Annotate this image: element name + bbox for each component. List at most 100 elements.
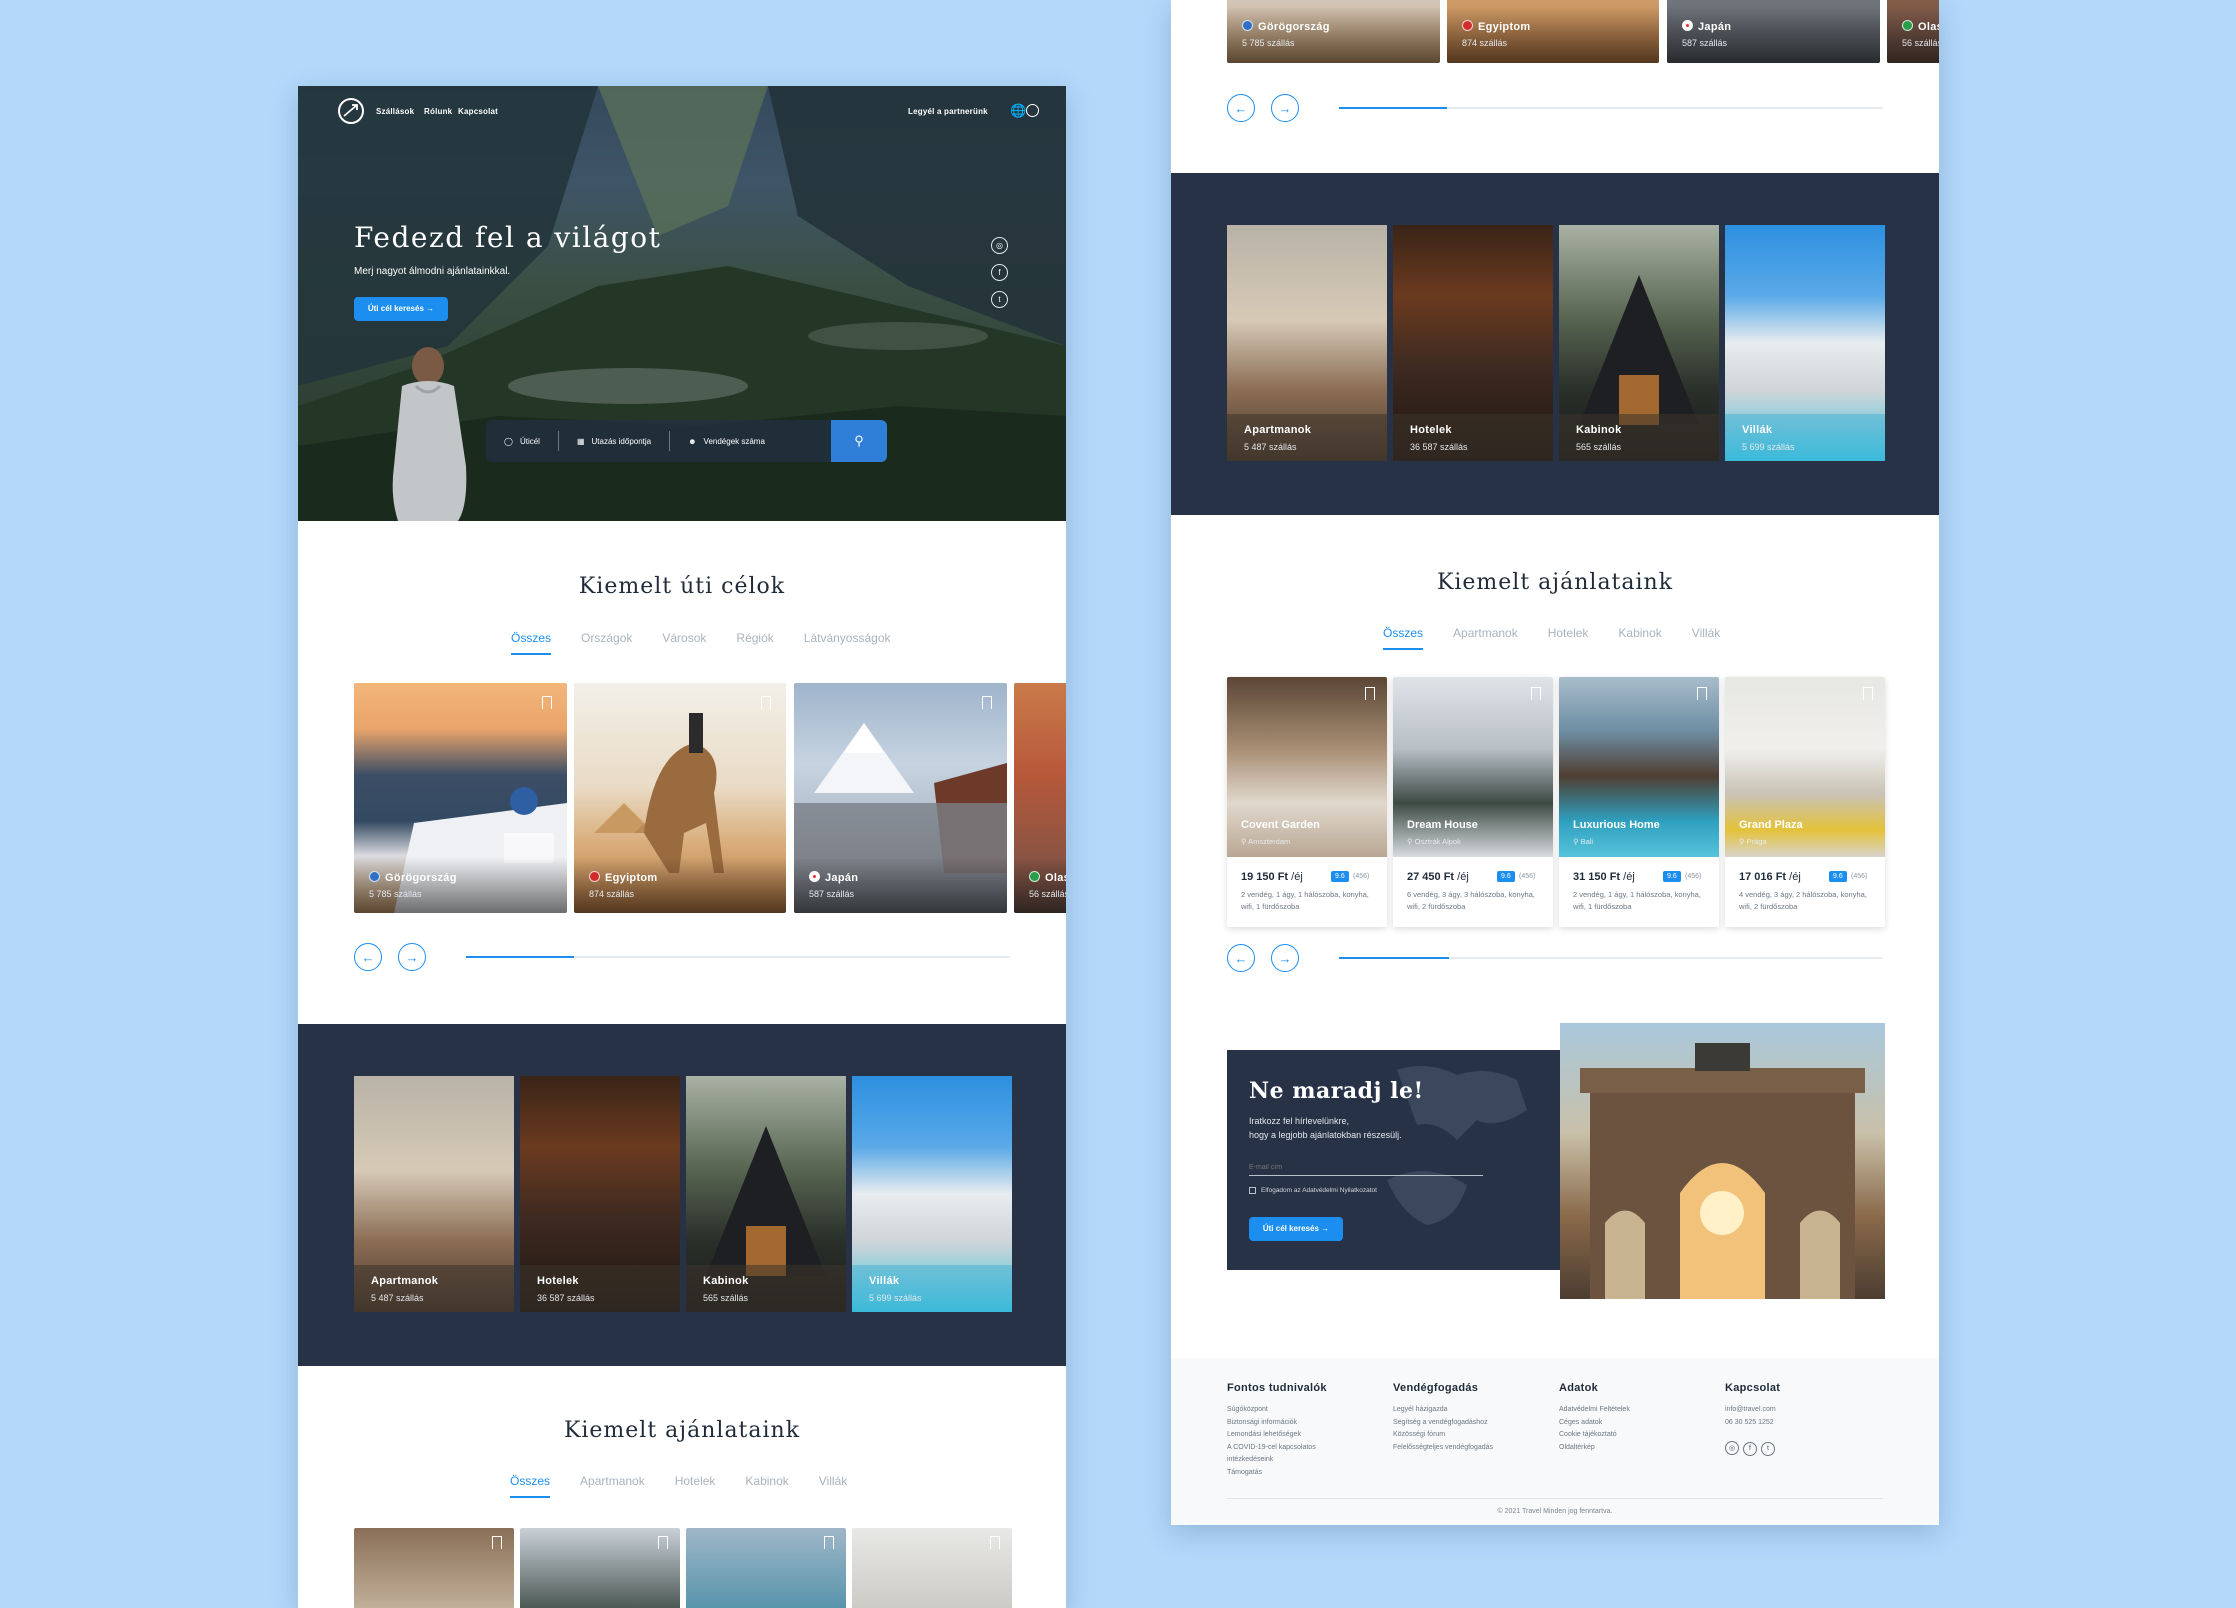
twitter-icon[interactable]: t — [1761, 1441, 1775, 1456]
category-title: Hotelek — [1410, 424, 1452, 436]
nav-link-contact[interactable]: Kapcsolat — [458, 107, 498, 116]
tab-sights[interactable]: Látványosságok — [804, 631, 891, 655]
footer-link[interactable]: Biztonsági információk — [1227, 1417, 1327, 1430]
arrow-right-icon[interactable]: → — [398, 943, 426, 971]
destination-card[interactable]: Görögország 5 785 szállás — [1227, 0, 1440, 63]
bookmark-icon[interactable] — [1531, 687, 1541, 700]
location-pin-icon: ⚲ — [1573, 837, 1581, 846]
bookmark-icon[interactable] — [982, 696, 992, 709]
arrow-right-icon[interactable]: → — [1271, 944, 1299, 972]
tab-cabins[interactable]: Kabinok — [1618, 626, 1661, 650]
category-tile[interactable]: Hotelek 36 587 szállás — [1393, 225, 1553, 461]
arrow-left-icon[interactable]: ← — [1227, 94, 1255, 122]
bookmark-icon[interactable] — [542, 696, 552, 709]
footer-link[interactable]: intézkedéseink — [1227, 1454, 1327, 1467]
footer-link[interactable]: Céges adatok — [1559, 1417, 1630, 1430]
offer-card[interactable] — [354, 1528, 514, 1608]
flag-icon — [1242, 20, 1253, 31]
nav-link-about[interactable]: Rólunk — [424, 107, 452, 116]
footer-link[interactable]: Cookie tájékoztató — [1559, 1429, 1630, 1442]
offer-card[interactable]: Dream House ⚲ Osztrák Alpok 27 450 Ft /é… — [1393, 677, 1553, 927]
footer-link[interactable]: Támogatás — [1227, 1467, 1327, 1480]
logo-icon[interactable] — [338, 98, 364, 124]
category-tile[interactable]: Villák 5 699 szállás — [1725, 225, 1885, 461]
offer-card[interactable] — [852, 1528, 1012, 1608]
category-tile[interactable]: Kabinok 565 szállás — [686, 1076, 846, 1312]
destination-card[interactable]: Görögország 5 785 szállás — [354, 683, 567, 913]
date-field[interactable]: ▦ Utazás időpontja — [559, 431, 671, 451]
tab-villas[interactable]: Villák — [819, 1474, 847, 1498]
destination-card[interactable]: Japán 587 szállás — [1667, 0, 1880, 63]
bookmark-icon[interactable] — [824, 1536, 834, 1549]
footer-link[interactable]: Lemondási lehetőségek — [1227, 1429, 1327, 1442]
footer-link[interactable]: Súgóközpont — [1227, 1404, 1327, 1417]
bookmark-icon[interactable] — [1697, 687, 1707, 700]
footer-phone[interactable]: 06 30 525 1252 — [1725, 1417, 1780, 1430]
destination-card[interactable]: Japán 587 szállás — [794, 683, 1007, 913]
guests-field[interactable]: ☻ Vendégek száma — [670, 431, 783, 451]
tab-apartments[interactable]: Apartmanok — [1453, 626, 1518, 650]
destination-card[interactable]: Olaszország 56 szállás — [1887, 0, 1939, 63]
tab-hotels[interactable]: Hotelek — [1548, 626, 1589, 650]
bookmark-icon[interactable] — [761, 696, 771, 709]
footer-email[interactable]: info@travel.com — [1725, 1404, 1780, 1417]
bookmark-icon[interactable] — [1365, 687, 1375, 700]
offer-card[interactable] — [686, 1528, 846, 1608]
category-tile[interactable]: Hotelek 36 587 szállás — [520, 1076, 680, 1312]
email-field[interactable] — [1249, 1160, 1483, 1176]
twitter-icon[interactable]: t — [991, 291, 1008, 308]
newsletter-button[interactable]: Úti cél keresés → — [1249, 1217, 1343, 1241]
tab-countries[interactable]: Országok — [581, 631, 632, 655]
instagram-icon[interactable]: ◎ — [991, 237, 1008, 254]
offer-card[interactable]: Covent Garden ⚲ Amszterdam 19 150 Ft /éj… — [1227, 677, 1387, 927]
partner-link[interactable]: Legyél a partnerünk — [908, 107, 988, 116]
destination-card[interactable]: Olaszország 56 szállás — [1014, 683, 1066, 913]
tab-regions[interactable]: Régiók — [736, 631, 773, 655]
offer-card[interactable]: Grand Plaza ⚲ Prága 17 016 Ft /éj 9.6 (4… — [1725, 677, 1885, 927]
card-title: Görögország — [385, 872, 457, 884]
tab-all[interactable]: Összes — [1383, 626, 1424, 650]
footer-link[interactable]: Oldaltérkép — [1559, 1442, 1630, 1455]
destination-field[interactable]: ◯ Úticél — [486, 431, 559, 451]
globe-icon[interactable]: 🌐 — [1010, 103, 1026, 119]
offer-card[interactable]: Luxurious Home ⚲ Bali 31 150 Ft /éj 9.6 … — [1559, 677, 1719, 927]
destination-card[interactable]: Egyiptom 874 szállás — [1447, 0, 1659, 63]
footer-link[interactable]: Felelősségteljes vendégfogadás — [1393, 1442, 1493, 1455]
category-tile[interactable]: Villák 5 699 szállás — [852, 1076, 1012, 1312]
instagram-icon[interactable]: ◎ — [1725, 1441, 1739, 1455]
category-tile[interactable]: Kabinok 565 szállás — [1559, 225, 1719, 461]
facebook-icon[interactable]: f — [1743, 1441, 1757, 1456]
arrow-right-icon[interactable]: → — [1271, 94, 1299, 122]
copyright: © 2021 Travel Minden jog fenntartva. — [1497, 1508, 1613, 1515]
tab-hotels[interactable]: Hotelek — [675, 1474, 716, 1498]
tab-cabins[interactable]: Kabinok — [745, 1474, 788, 1498]
consent-checkbox[interactable] — [1249, 1187, 1256, 1194]
tab-villas[interactable]: Villák — [1692, 626, 1720, 650]
hero-search-button[interactable]: Úti cél keresés → — [354, 297, 448, 321]
footer-link[interactable]: Legyél házigazda — [1393, 1404, 1493, 1417]
bookmark-icon[interactable] — [492, 1536, 502, 1549]
footer-link[interactable]: A COVID-19-cel kapcsolatos — [1227, 1442, 1327, 1455]
facebook-icon[interactable]: f — [991, 264, 1008, 281]
search-button[interactable]: ⚲ — [831, 420, 887, 462]
bookmark-icon[interactable] — [990, 1536, 1000, 1549]
newsletter-text: Iratkozz fel hírlevelünkre, hogy a legjo… — [1249, 1114, 1402, 1142]
arrow-left-icon[interactable]: ← — [354, 943, 382, 971]
destination-card[interactable]: Egyiptom 874 szállás — [574, 683, 786, 913]
bookmark-icon[interactable] — [658, 1536, 668, 1549]
card-title: Görögország — [1258, 21, 1330, 33]
bookmark-icon[interactable] — [1863, 687, 1873, 700]
category-tile[interactable]: Apartmanok 5 487 szállás — [354, 1076, 514, 1312]
category-tile[interactable]: Apartmanok 5 487 szállás — [1227, 225, 1387, 461]
user-icon[interactable] — [1026, 104, 1039, 117]
arrow-left-icon[interactable]: ← — [1227, 944, 1255, 972]
footer-link[interactable]: Adatvédelmi Feltételek — [1559, 1404, 1630, 1417]
footer-link[interactable]: Közösségi fórum — [1393, 1429, 1493, 1442]
footer-link[interactable]: Segítség a vendégfogadáshoz — [1393, 1417, 1493, 1430]
tab-apartments[interactable]: Apartmanok — [580, 1474, 645, 1498]
offer-card[interactable] — [520, 1528, 680, 1608]
tab-all[interactable]: Összes — [511, 631, 552, 655]
nav-link-accommodations[interactable]: Szállások — [376, 107, 414, 116]
tab-all[interactable]: Összes — [510, 1474, 551, 1498]
tab-cities[interactable]: Városok — [662, 631, 706, 655]
